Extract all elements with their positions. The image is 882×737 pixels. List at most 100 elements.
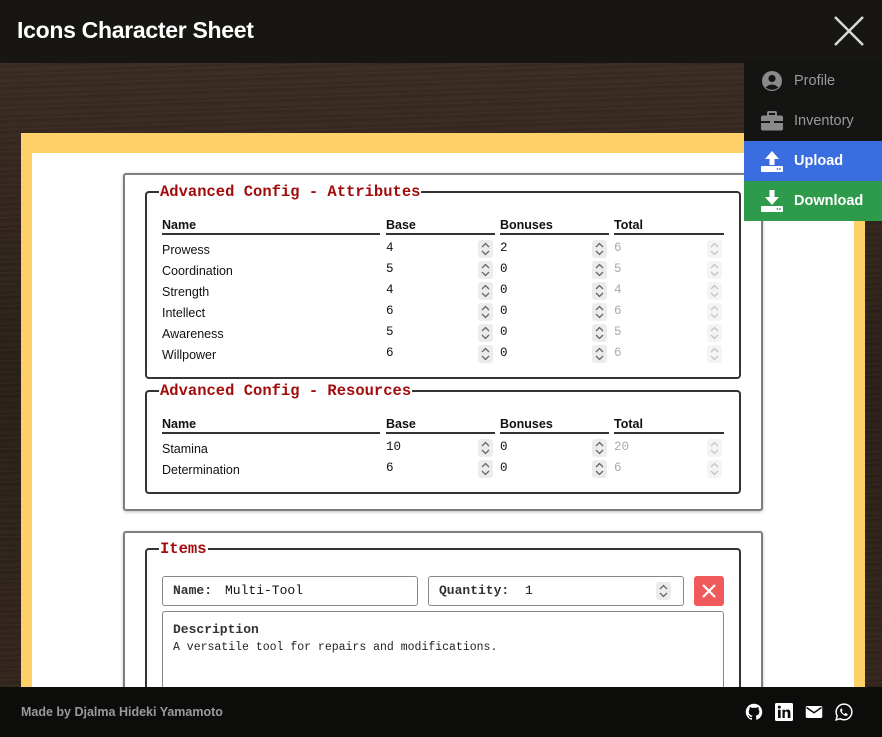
attributes-bonus-input[interactable]: 0: [500, 346, 508, 360]
stepper-arrows-icon: [595, 305, 604, 319]
attributes-base-input[interactable]: 6: [386, 346, 394, 360]
item-name-field[interactable]: Name: Multi-Tool: [162, 576, 418, 606]
item-name-value: Multi-Tool: [225, 583, 304, 598]
attributes-base-stepper[interactable]: [478, 261, 493, 279]
resources-bonus-input[interactable]: 0: [500, 461, 508, 475]
close-icon: [834, 16, 864, 46]
attributes-row-name: Intellect: [162, 306, 206, 320]
attributes-base-input[interactable]: 4: [386, 241, 394, 255]
item-description-text: A versatile tool for repairs and modific…: [173, 641, 498, 654]
stepper-arrows-icon: [710, 284, 719, 298]
attributes-row-name: Awareness: [162, 327, 224, 341]
stepper-arrows-icon: [481, 263, 490, 277]
resources-header-name: Name: [162, 417, 380, 434]
attributes-total-input: 6: [614, 241, 622, 255]
resources-total-stepper: [707, 439, 722, 457]
menu-item-download[interactable]: Download: [744, 181, 882, 221]
stepper-arrows-icon: [595, 462, 604, 476]
menu-item-profile[interactable]: Profile: [744, 61, 882, 101]
briefcase-icon: [761, 111, 783, 131]
resources-bonus-stepper[interactable]: [592, 439, 607, 457]
user-circle-icon: [762, 71, 782, 91]
attributes-total-input: 6: [614, 304, 622, 318]
resources-base-input[interactable]: 6: [386, 461, 394, 475]
attributes-base-input[interactable]: 4: [386, 283, 394, 297]
attributes-bonus-stepper[interactable]: [592, 240, 607, 258]
attributes-header-bonuses: Bonuses: [500, 218, 609, 235]
items-legend: Items: [160, 540, 207, 558]
attributes-base-stepper[interactable]: [478, 303, 493, 321]
stepper-arrows-icon: [595, 284, 604, 298]
attributes-base-input[interactable]: 5: [386, 325, 394, 339]
attributes-bonus-stepper[interactable]: [592, 282, 607, 300]
attributes-total-stepper: [707, 240, 722, 258]
attributes-bonus-stepper[interactable]: [592, 261, 607, 279]
resources-row-name: Determination: [162, 463, 240, 477]
github-icon[interactable]: [745, 703, 763, 721]
item-quantity-field[interactable]: Quantity: 1: [428, 576, 684, 606]
menu-label-download: Download: [794, 193, 864, 209]
resources-base-stepper[interactable]: [478, 439, 493, 457]
menu-label-upload: Upload: [794, 153, 844, 169]
resources-total-stepper: [707, 460, 722, 478]
resources-bonus-input[interactable]: 0: [500, 440, 508, 454]
menu-item-upload[interactable]: Upload: [744, 141, 882, 181]
menu-item-inventory[interactable]: Inventory: [744, 101, 882, 141]
attributes-header-base: Base: [386, 218, 495, 235]
resources-base-stepper[interactable]: [478, 460, 493, 478]
upload-icon: [761, 151, 783, 172]
quantity-stepper[interactable]: [656, 582, 671, 600]
attributes-row-name: Willpower: [162, 348, 217, 362]
attributes-bonus-input[interactable]: 0: [500, 304, 508, 318]
attributes-total-stepper: [707, 303, 722, 321]
attributes-total-stepper: [707, 324, 722, 342]
attributes-bonus-stepper[interactable]: [592, 345, 607, 363]
attributes-bonus-stepper[interactable]: [592, 324, 607, 342]
attributes-bonus-input[interactable]: 0: [500, 283, 508, 297]
stepper-arrows-icon: [710, 263, 719, 277]
stepper-arrows-icon: [710, 242, 719, 256]
attributes-total-input: 4: [614, 283, 622, 297]
linkedin-icon[interactable]: [775, 703, 793, 721]
resources-base-input[interactable]: 10: [386, 440, 401, 454]
footer-credit: Made by Djalma Hideki Yamamoto: [21, 705, 223, 719]
close-menu-button[interactable]: [832, 14, 866, 48]
attributes-legend: Advanced Config - Attributes: [160, 183, 421, 201]
stepper-arrows-icon: [710, 326, 719, 340]
stepper-arrows-icon: [710, 441, 719, 455]
attributes-base-stepper[interactable]: [478, 345, 493, 363]
attributes-row-name: Coordination: [162, 264, 233, 278]
resources-header-total: Total: [614, 417, 724, 434]
resources-total-input: 20: [614, 440, 630, 454]
attributes-total-input: 5: [614, 325, 622, 339]
menu-label-profile: Profile: [794, 73, 836, 89]
attributes-bonus-input[interactable]: 2: [500, 241, 508, 255]
attributes-base-input[interactable]: 5: [386, 262, 394, 276]
stepper-arrows-icon: [595, 441, 604, 455]
stepper-arrows-icon: [710, 305, 719, 319]
attributes-base-input[interactable]: 6: [386, 304, 394, 318]
resources-bonus-stepper[interactable]: [592, 460, 607, 478]
item-name-label: Name:: [173, 583, 213, 598]
attributes-bonus-input[interactable]: 0: [500, 262, 508, 276]
stepper-arrows-icon: [481, 441, 490, 455]
stepper-arrows-icon: [710, 462, 719, 476]
resources-total-input: 6: [614, 461, 622, 475]
attributes-total-stepper: [707, 282, 722, 300]
attributes-bonus-input[interactable]: 0: [500, 325, 508, 339]
resources-row-name: Stamina: [162, 442, 208, 456]
attributes-base-stepper[interactable]: [478, 324, 493, 342]
stepper-arrows-icon: [595, 326, 604, 340]
attributes-base-stepper[interactable]: [478, 282, 493, 300]
attributes-total-input: 5: [614, 262, 622, 276]
email-icon[interactable]: [805, 703, 823, 721]
download-icon: [761, 190, 783, 212]
app-header: Icons Character Sheet: [0, 0, 882, 63]
delete-item-button[interactable]: [694, 576, 724, 606]
attributes-row-name: Strength: [162, 285, 210, 299]
attributes-bonus-stepper[interactable]: [592, 303, 607, 321]
stepper-arrows-icon: [710, 347, 719, 361]
footer: Made by Djalma Hideki Yamamoto: [0, 687, 882, 737]
attributes-base-stepper[interactable]: [478, 240, 493, 258]
whatsapp-icon[interactable]: [835, 703, 853, 721]
